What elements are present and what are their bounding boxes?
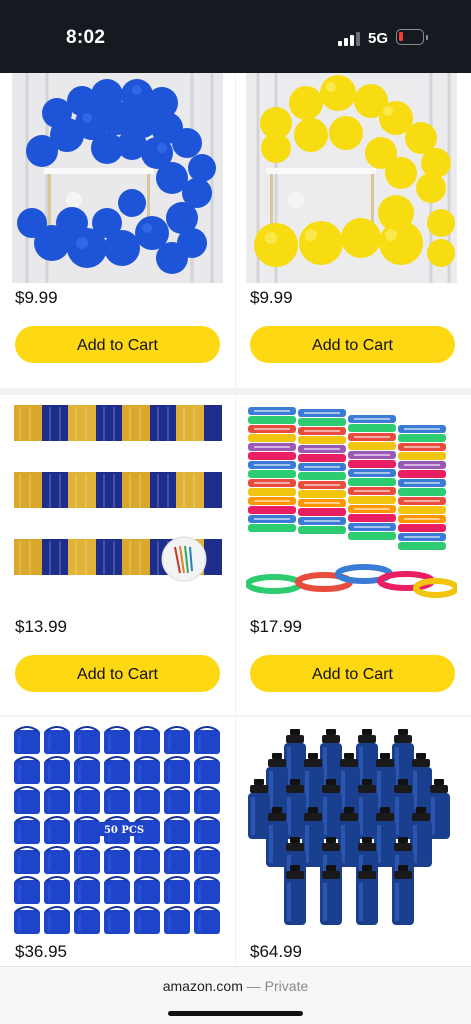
product-card[interactable]: $9.99 Add to Cart [0, 73, 235, 388]
home-indicator[interactable] [168, 1011, 303, 1016]
product-price: $9.99 [15, 288, 58, 307]
url-separator: — [242, 978, 265, 994]
url-domain: amazon.com [162, 978, 243, 994]
product-price: $17.99 [250, 617, 302, 636]
product-price: $9.99 [250, 288, 293, 307]
add-to-cart-button[interactable]: Add to Cart [250, 655, 455, 692]
add-to-cart-button[interactable]: Add to Cart [250, 326, 455, 363]
product-image-yellow-balloons[interactable] [246, 73, 457, 283]
product-price: $36.95 [15, 942, 67, 961]
status-bar: 8:02 5G [0, 0, 471, 73]
product-card[interactable]: $64.99 [236, 717, 471, 966]
add-to-cart-button[interactable]: Add to Cart [15, 326, 220, 363]
bundle-count-badge: 50 PCS [104, 825, 144, 836]
battery-icon [396, 29, 424, 45]
product-price: $13.99 [15, 617, 67, 636]
product-card[interactable]: $13.99 Add to Cart [0, 395, 235, 715]
product-image-fringe-banners[interactable] [12, 401, 223, 611]
private-mode-label: Private [264, 978, 309, 994]
add-to-cart-button[interactable]: Add to Cart [15, 655, 220, 692]
product-image-blue-balloons[interactable] [12, 73, 223, 283]
product-price: $64.99 [250, 942, 302, 961]
url-text[interactable]: amazon.com — Private [0, 978, 471, 994]
product-image-drawstring-bags[interactable]: 50 PCS [12, 725, 223, 935]
status-time: 8:02 [66, 27, 106, 48]
url-bar[interactable]: amazon.com — Private [0, 966, 471, 1024]
product-card[interactable]: $17.99 Add to Cart [236, 395, 471, 715]
network-type: 5G [368, 30, 389, 47]
product-card[interactable]: $9.99 Add to Cart [236, 73, 471, 388]
signal-icon [338, 31, 362, 46]
product-card[interactable]: 50 PCS $36.95 [0, 717, 235, 966]
product-image-wristbands[interactable] [246, 401, 457, 611]
product-grid: $9.99 Add to Cart $9.99 Add to Cart $13.… [0, 73, 471, 966]
product-image-water-bottles[interactable] [246, 725, 457, 935]
